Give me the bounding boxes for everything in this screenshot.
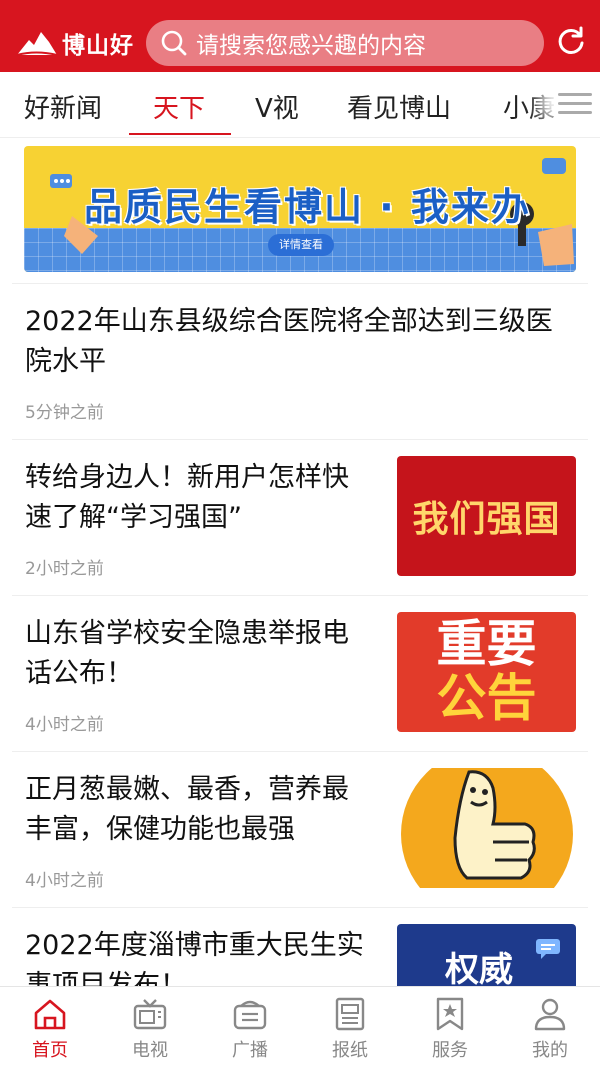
- thumbs-up-icon: [401, 768, 573, 888]
- nav-newspaper[interactable]: 报纸: [300, 987, 400, 1067]
- search-placeholder: 请搜索您感兴趣的内容: [196, 33, 426, 59]
- channel-menu-button[interactable]: [558, 88, 592, 118]
- tv-icon: [133, 999, 167, 1030]
- thumbnail-text: 公告: [436, 669, 537, 727]
- status-bar: [0, 0, 600, 14]
- menu-icon-line: [558, 93, 592, 96]
- nav-label: 首页: [32, 1040, 68, 1061]
- thumbnail-text: 重要: [436, 615, 537, 673]
- news-time: 5分钟之前: [25, 403, 104, 423]
- tab-see-boshan[interactable]: 看见博山: [347, 88, 451, 125]
- thumbnail-text: 我们强国: [412, 499, 561, 540]
- nav-label: 服务: [432, 1040, 468, 1061]
- nav-profile[interactable]: 我的: [500, 987, 600, 1067]
- tab-good-news[interactable]: 好新闻: [24, 88, 102, 125]
- brand-text: 博山好: [62, 33, 134, 59]
- news-title: 转给身边人！新用户怎样快速了解“学习强国”: [25, 462, 349, 533]
- news-item[interactable]: 山东省学校安全隐患举报电话公布！ 4小时之前 重要 公告: [12, 595, 588, 751]
- promo-banner[interactable]: 品质民生看博山 · 我来办 详情查看: [24, 146, 576, 272]
- tab-v-video[interactable]: V视: [255, 88, 299, 125]
- news-title: 山东省学校安全隐患举报电话公布！: [25, 618, 349, 689]
- search-icon: [161, 30, 187, 56]
- nav-label: 我的: [532, 1040, 568, 1061]
- news-item[interactable]: 正月葱最嫩、最香，营养最丰富，保健功能也最强 4小时之前: [12, 751, 588, 907]
- news-thumbnail: [397, 768, 576, 888]
- search-input[interactable]: 请搜索您感兴趣的内容: [146, 20, 544, 66]
- chat-bubble-icon: [536, 939, 560, 959]
- nav-radio[interactable]: 广播: [200, 987, 300, 1067]
- nav-label: 广播: [232, 1040, 268, 1061]
- home-icon: [34, 999, 66, 1030]
- menu-icon-line: [558, 102, 592, 105]
- nav-label: 报纸: [332, 1040, 368, 1061]
- tab-world[interactable]: 天下: [153, 88, 205, 125]
- tab-xiaokang[interactable]: 小康: [503, 88, 555, 125]
- app-header: 博山好 请搜索您感兴趣的内容: [0, 14, 600, 72]
- mountain-logo-icon: [16, 32, 58, 56]
- banner-title: 品质民生看博山 · 我来办: [84, 185, 531, 229]
- news-item[interactable]: 2022年度淄博市重大民生实事项目发布！ 权威: [12, 907, 588, 1044]
- profile-icon: [534, 998, 566, 1031]
- nav-tv[interactable]: 电视: [100, 987, 200, 1067]
- news-thumbnail: 我们强国: [397, 456, 576, 576]
- news-item[interactable]: 2022年山东县级综合医院将全部达到三级医院水平 5分钟之前: [12, 283, 588, 439]
- active-tab-indicator: [129, 133, 231, 135]
- news-time: 2小时之前: [25, 559, 104, 579]
- news-item[interactable]: 转给身边人！新用户怎样快速了解“学习强国” 2小时之前 我们强国: [12, 439, 588, 595]
- thumbnail-text: 权威: [445, 950, 513, 990]
- menu-icon-line: [558, 111, 592, 114]
- channel-tabs: 好新闻 天下 V视 看见博山 小康: [0, 72, 600, 138]
- nav-service[interactable]: 服务: [400, 987, 500, 1067]
- news-time: 4小时之前: [25, 871, 104, 891]
- news-title: 2022年山东县级综合医院将全部达到三级医院水平: [25, 306, 553, 377]
- news-title: 正月葱最嫩、最香，营养最丰富，保健功能也最强: [25, 774, 349, 845]
- news-time: 4小时之前: [25, 715, 104, 735]
- news-thumbnail: 重要 公告: [397, 612, 576, 732]
- app-logo: 博山好: [16, 26, 134, 60]
- nav-home[interactable]: 首页: [0, 987, 100, 1067]
- refresh-button[interactable]: [556, 26, 586, 60]
- radio-icon: [233, 1000, 267, 1030]
- nav-label: 电视: [132, 1040, 168, 1061]
- banner-detail-button[interactable]: 详情查看: [268, 234, 334, 256]
- refresh-icon: [558, 26, 584, 54]
- newspaper-icon: [335, 997, 365, 1031]
- service-icon: [436, 997, 464, 1031]
- bottom-navigation: 首页 电视 广播 报纸 服务 我的: [0, 986, 600, 1067]
